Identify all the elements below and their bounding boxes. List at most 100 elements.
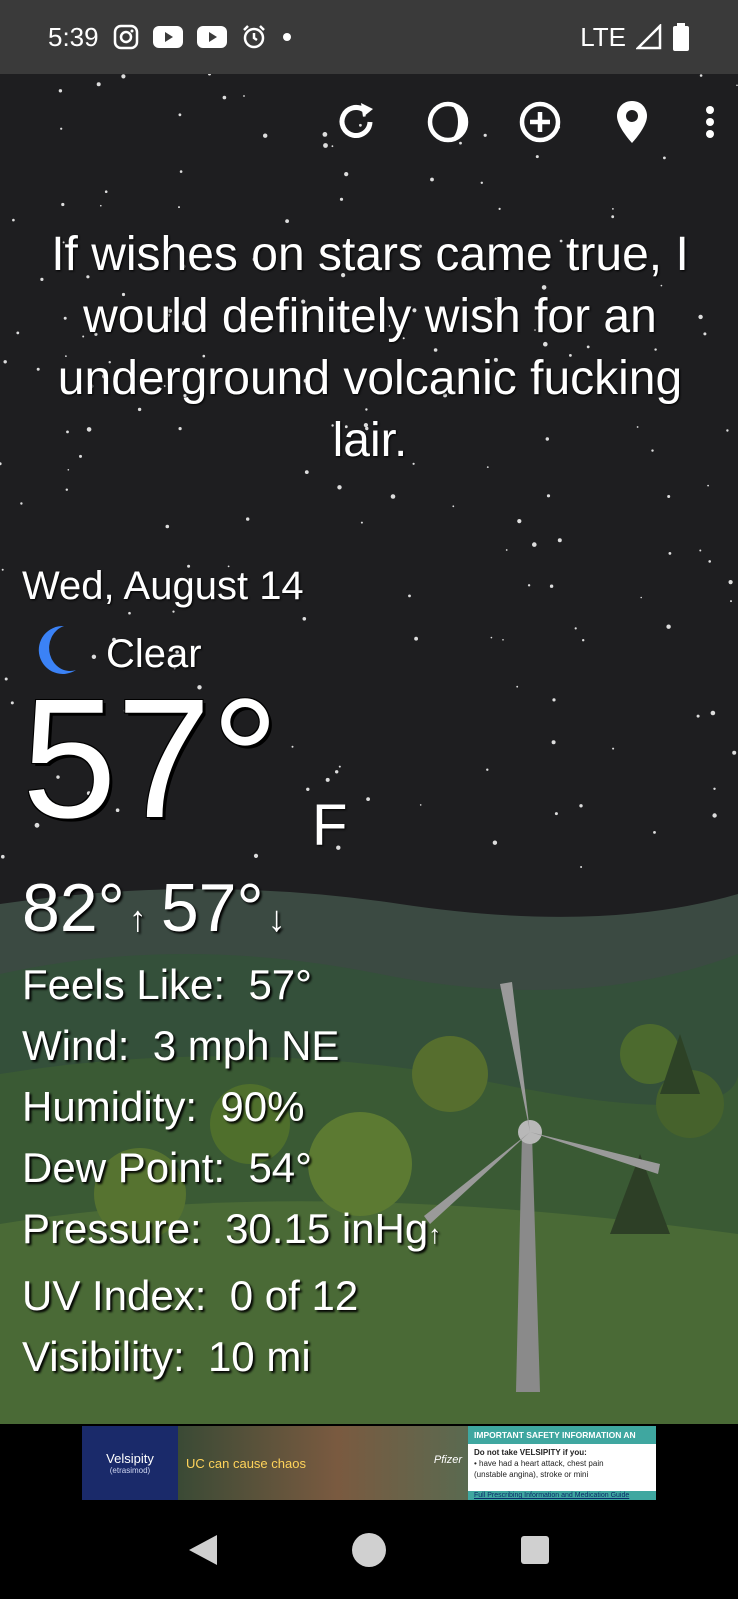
ad-safety-line: (unstable angina), stroke or mini [474,1470,589,1479]
star [20,502,23,505]
refresh-icon [339,103,373,138]
star [16,331,20,335]
star [306,787,310,791]
star [4,677,8,681]
more-vert-icon [706,106,714,138]
star [611,215,615,219]
star [580,866,583,868]
ad-brand: Velsipity (etrasimod) [82,1426,178,1500]
star [612,208,614,210]
star [338,765,341,768]
more-options-button[interactable] [700,98,720,146]
battery-icon [672,23,690,51]
humidity-row: Humidity: 90% [22,1076,441,1137]
star [730,600,732,603]
star [551,740,556,745]
star [653,831,656,834]
star [535,155,539,159]
star [498,207,501,210]
star [390,494,396,499]
status-time: 5:39 [48,21,99,52]
star [100,204,102,207]
high-temp: 82° [22,870,125,946]
dot-icon [281,31,293,43]
wind-row: Wind: 3 mph NE [22,1015,441,1076]
star [179,170,183,173]
home-button[interactable] [339,1520,399,1580]
visibility-row: Visibility: 10 mi [22,1326,441,1387]
star [710,710,716,716]
star [532,542,537,547]
add-location-button[interactable] [516,98,564,146]
youtube-icon [152,26,183,48]
star [12,218,15,222]
star [263,133,268,138]
star [3,360,7,364]
star [253,853,259,859]
star [699,74,703,77]
star [517,519,522,524]
wind-label: Wind: [22,1022,130,1069]
visibility-label: Visibility: [22,1333,185,1380]
star [668,552,672,555]
star [707,484,709,487]
star [490,636,493,639]
current-temperature: 57° [22,664,280,854]
ad-brand-name: Velsipity [106,1451,154,1466]
star [552,698,556,702]
location-pin-button[interactable] [608,98,656,146]
ad-safety-info: IMPORTANT SAFETY INFORMATION AN Do not t… [468,1426,656,1500]
pressure-rising-icon: ↑ [428,1219,442,1249]
low-temp: 57° [160,870,264,946]
visibility-value: 10 mi [207,1333,311,1380]
star [502,639,504,641]
star [344,172,349,177]
star [172,610,175,613]
ad-banner[interactable]: Velsipity (etrasimod) UC can cause chaos… [82,1426,656,1500]
star [243,95,245,97]
ad-safety-header: IMPORTANT SAFETY INFORMATION AN [468,1426,656,1444]
date-label: Wed, August 14 [22,564,304,608]
star [335,770,339,774]
star [408,594,411,598]
back-button[interactable] [173,1520,233,1580]
dew-point-value: 54° [248,1144,312,1191]
refresh-button[interactable] [332,98,380,146]
star [165,524,170,529]
down-arrow-icon: ↓ [267,898,286,939]
star [414,636,418,641]
location-pin-icon [617,101,647,143]
network-type: LTE [580,21,626,52]
signal-icon [636,24,662,50]
home-icon [352,1532,386,1567]
alarm-icon [241,24,267,50]
star [726,429,729,432]
feels-like-label: Feels Like: [22,961,226,1008]
humidity-label: Humidity: [22,1083,198,1130]
recents-button[interactable] [505,1520,565,1580]
star [366,797,370,801]
star [339,197,344,201]
ad-footer-link[interactable]: Full Prescribing Information and Medicat… [468,1491,656,1500]
star [480,181,483,184]
star [104,190,108,193]
star [128,611,131,615]
star [10,701,14,705]
star [713,787,716,790]
up-arrow-icon: ↑ [128,898,147,939]
humidity-value: 90% [220,1083,305,1130]
star [291,745,294,748]
theme-button[interactable] [424,98,472,146]
feels-like-row: Feels Like: 57° [22,954,441,1015]
star [699,549,702,552]
star [666,624,671,629]
star [527,584,531,587]
star [708,560,711,563]
instagram-icon [113,24,139,50]
star [302,617,307,621]
star [732,750,737,755]
star [61,202,65,207]
weather-details: Feels Like: 57° Wind: 3 mph NE Humidity:… [22,954,441,1387]
star [728,580,733,585]
star [640,596,642,599]
